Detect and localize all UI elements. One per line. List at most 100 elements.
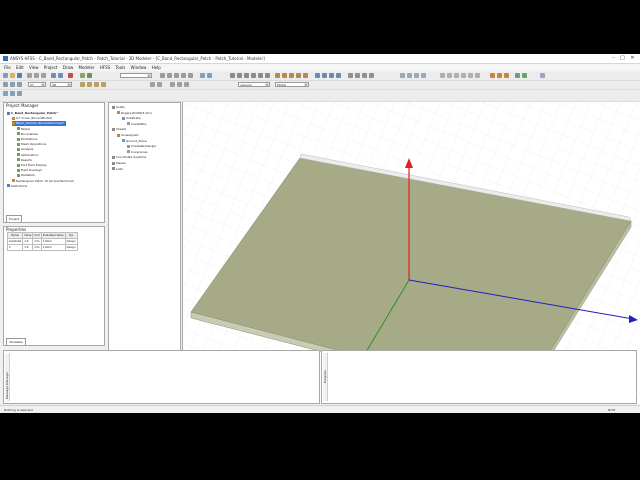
subtract-icon[interactable] bbox=[322, 73, 327, 78]
menu-file[interactable]: File bbox=[4, 64, 11, 71]
menu-tools[interactable]: Tools bbox=[116, 64, 126, 71]
grid-icon[interactable] bbox=[200, 73, 205, 78]
tab-project[interactable]: Project bbox=[6, 215, 23, 222]
mirror-icon[interactable] bbox=[362, 73, 367, 78]
save-icon[interactable] bbox=[17, 73, 22, 78]
menu-window[interactable]: Window bbox=[131, 64, 147, 71]
table-cell[interactable]: mm bbox=[32, 244, 42, 251]
tree-item[interactable]: Planes bbox=[112, 161, 126, 166]
draw-arc-icon[interactable] bbox=[244, 73, 249, 78]
snap-edge-icon[interactable] bbox=[454, 73, 459, 78]
tree-item[interactable]: CoverLines bbox=[127, 150, 148, 155]
toolbar-combo[interactable]: ▾ bbox=[120, 73, 152, 78]
snap-face-icon[interactable] bbox=[461, 73, 466, 78]
snap-quadrant-icon[interactable] bbox=[475, 73, 480, 78]
minimize-button[interactable]: – bbox=[610, 55, 617, 61]
select-icon[interactable] bbox=[160, 73, 165, 78]
draw-cylinder-icon[interactable] bbox=[282, 73, 287, 78]
snap-grid-icon[interactable] bbox=[440, 73, 445, 78]
menu-draw[interactable]: Draw bbox=[63, 64, 73, 71]
axis-icon[interactable] bbox=[207, 73, 212, 78]
measure-icon[interactable] bbox=[515, 73, 520, 78]
duplicate-icon[interactable] bbox=[369, 73, 374, 78]
snap-center-icon[interactable] bbox=[468, 73, 473, 78]
tree-item[interactable]: Sheets bbox=[112, 127, 126, 132]
tree-item[interactable]: Substrate bbox=[122, 116, 141, 121]
open-icon[interactable] bbox=[10, 73, 15, 78]
view-front-icon[interactable] bbox=[407, 73, 412, 78]
intersect-icon[interactable] bbox=[329, 73, 334, 78]
snap-vertex-icon[interactable] bbox=[447, 73, 452, 78]
plane-select[interactable]: XY ▾ bbox=[28, 82, 46, 87]
move-icon[interactable] bbox=[348, 73, 353, 78]
undo-icon[interactable] bbox=[51, 73, 56, 78]
message-manager-icon[interactable] bbox=[17, 91, 22, 96]
maximize-button[interactable]: □ bbox=[619, 55, 626, 61]
draw-polygon-icon[interactable] bbox=[265, 73, 270, 78]
ruler-icon[interactable] bbox=[522, 73, 527, 78]
tree-item[interactable]: Definitions bbox=[7, 184, 27, 189]
unite-icon[interactable] bbox=[315, 73, 320, 78]
boundary-icon[interactable] bbox=[87, 82, 92, 87]
draw-helix-icon[interactable] bbox=[303, 73, 308, 78]
shaded-icon[interactable] bbox=[177, 82, 182, 87]
split-icon[interactable] bbox=[336, 73, 341, 78]
draw-torus-icon[interactable] bbox=[296, 73, 301, 78]
draw-sphere-icon[interactable] bbox=[289, 73, 294, 78]
delete-icon[interactable] bbox=[68, 73, 73, 78]
tree-item[interactable]: Coordinate Systems bbox=[112, 155, 146, 160]
tree-item[interactable]: CreateBox bbox=[127, 122, 147, 127]
copy-icon[interactable] bbox=[34, 73, 39, 78]
draw-box-icon[interactable] bbox=[275, 73, 280, 78]
paste-icon[interactable] bbox=[41, 73, 46, 78]
tree-item[interactable]: Unassigned bbox=[117, 133, 138, 138]
help-icon[interactable] bbox=[540, 73, 545, 78]
close-button[interactable]: ✕ bbox=[629, 55, 636, 61]
draw-mode-select[interactable]: Model ▾ bbox=[275, 82, 309, 87]
transparency-icon[interactable] bbox=[157, 82, 162, 87]
wire-frame-icon[interactable] bbox=[170, 82, 175, 87]
draw-line-icon[interactable] bbox=[230, 73, 235, 78]
animate-icon[interactable] bbox=[504, 73, 509, 78]
progress-side-tab[interactable]: Progress bbox=[323, 353, 328, 401]
analyze-icon[interactable] bbox=[87, 73, 92, 78]
menu-view[interactable]: View bbox=[29, 64, 39, 71]
validate-icon[interactable] bbox=[80, 73, 85, 78]
material-select[interactable]: vacuum ▾ bbox=[238, 82, 270, 87]
cut-icon[interactable] bbox=[27, 73, 32, 78]
fit-all-icon[interactable] bbox=[188, 73, 193, 78]
menu-help[interactable]: Help bbox=[152, 64, 161, 71]
tree-item[interactable]: Solids bbox=[112, 105, 125, 110]
view-side-icon[interactable] bbox=[414, 73, 419, 78]
zoom-icon[interactable] bbox=[181, 73, 186, 78]
q3d-design-icon[interactable] bbox=[10, 82, 15, 87]
view-iso-icon[interactable] bbox=[421, 73, 426, 78]
object-color-icon[interactable] bbox=[150, 82, 155, 87]
table-cell[interactable]: 1.6 bbox=[22, 244, 34, 251]
menu-edit[interactable]: Edit bbox=[16, 64, 24, 71]
hfss-design-icon[interactable] bbox=[3, 82, 8, 87]
menu-modeler[interactable]: Modeler bbox=[79, 64, 95, 71]
properties-icon[interactable] bbox=[10, 91, 15, 96]
mesh-icon[interactable] bbox=[101, 82, 106, 87]
tree-item[interactable]: Ground_Plane bbox=[122, 139, 147, 144]
view-top-icon[interactable] bbox=[400, 73, 405, 78]
report-icon[interactable] bbox=[490, 73, 495, 78]
field-plot-icon[interactable] bbox=[497, 73, 502, 78]
pan-icon[interactable] bbox=[167, 73, 172, 78]
excitation-icon[interactable] bbox=[94, 82, 99, 87]
draw-rectangle-icon[interactable] bbox=[251, 73, 256, 78]
table-row[interactable]: h 1.6 mm 1.6mm Design bbox=[6, 244, 78, 251]
hide-icon[interactable] bbox=[184, 82, 189, 87]
rotate-icon[interactable] bbox=[174, 73, 179, 78]
project-manager-icon[interactable] bbox=[3, 91, 8, 96]
dimension-select[interactable]: 3D ▾ bbox=[50, 82, 72, 87]
draw-circle-icon[interactable] bbox=[258, 73, 263, 78]
circuit-design-icon[interactable] bbox=[17, 82, 22, 87]
message-manager-side-tab[interactable]: Message Manager bbox=[5, 353, 10, 401]
new-icon[interactable] bbox=[3, 73, 8, 78]
tree-item[interactable]: Rogers RO4003 (tm) bbox=[117, 111, 152, 116]
draw-spline-icon[interactable] bbox=[237, 73, 242, 78]
tree-item[interactable]: CreateRectangle bbox=[127, 144, 156, 149]
menu-hfss[interactable]: HFSS bbox=[100, 64, 110, 71]
